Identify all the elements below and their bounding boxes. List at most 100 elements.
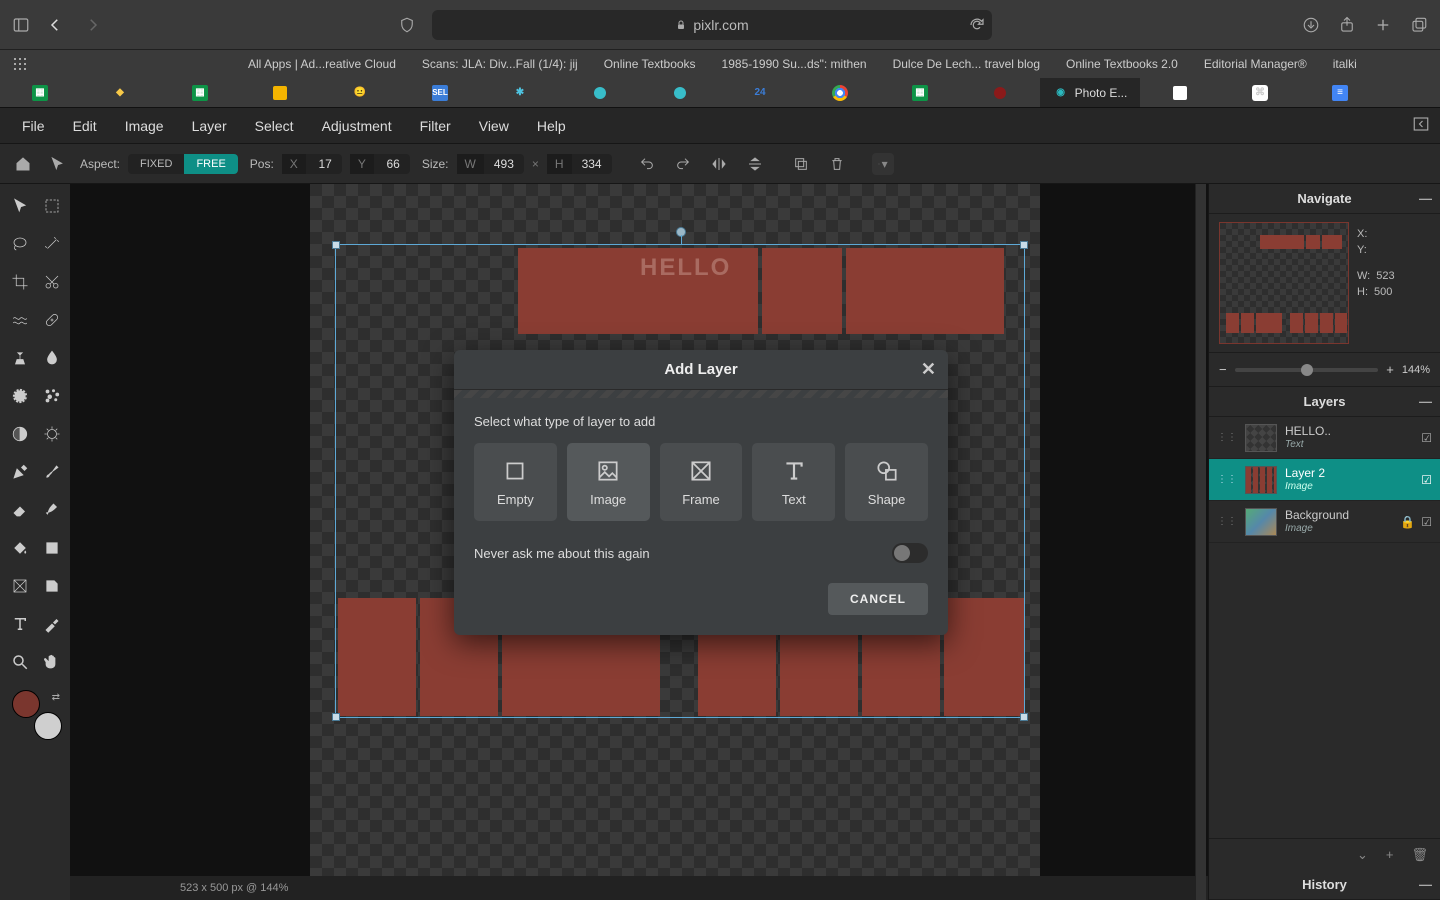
disperse-tool[interactable] xyxy=(38,382,66,410)
never-ask-toggle[interactable] xyxy=(892,543,928,563)
layer-row-selected[interactable]: ⋮⋮ Layer 2Image ☑ xyxy=(1209,459,1440,501)
tab[interactable]: ▦ xyxy=(880,78,960,107)
swap-colors-icon[interactable]: ⇄ xyxy=(52,692,60,703)
smudge-tool[interactable] xyxy=(38,496,66,524)
menu-filter[interactable]: Filter xyxy=(420,118,451,134)
minimize-icon[interactable]: — xyxy=(1419,394,1432,409)
tab[interactable] xyxy=(240,78,320,107)
sticker-tool[interactable] xyxy=(38,572,66,600)
layer-row[interactable]: ⋮⋮ HELLO..Text ☑ xyxy=(1209,417,1440,459)
drag-handle-icon[interactable]: ⋮⋮ xyxy=(1217,520,1237,524)
dodge-tool[interactable] xyxy=(6,420,34,448)
sidebar-toggle-icon[interactable] xyxy=(12,16,30,34)
tab[interactable]: ✱ xyxy=(480,78,560,107)
menu-select[interactable]: Select xyxy=(255,118,294,134)
opt-frame[interactable]: Frame xyxy=(660,443,743,521)
tab-active[interactable]: ◉Photo E... xyxy=(1040,78,1140,107)
flip-h-icon[interactable] xyxy=(708,153,730,175)
redo-icon[interactable] xyxy=(672,153,694,175)
menu-file[interactable]: File xyxy=(22,118,45,134)
tabs-icon[interactable] xyxy=(1410,16,1428,34)
bookmark[interactable]: Dulce De Lech... travel blog xyxy=(893,57,1040,71)
navigator-thumb[interactable] xyxy=(1219,222,1349,344)
share-icon[interactable] xyxy=(1338,16,1356,34)
fill-tool[interactable] xyxy=(6,534,34,562)
gradient-tool[interactable] xyxy=(6,382,34,410)
pen-tool[interactable] xyxy=(6,458,34,486)
menu-view[interactable]: View xyxy=(479,118,509,134)
cancel-button[interactable]: CANCEL xyxy=(828,583,928,615)
tab[interactable]: 😐 xyxy=(320,78,400,107)
tab[interactable] xyxy=(640,78,720,107)
text-tool[interactable] xyxy=(6,610,34,638)
tab[interactable] xyxy=(800,78,880,107)
bookmark[interactable]: Scans: JLA: Div...Fall (1/4): jij xyxy=(422,57,578,71)
liquify-tool[interactable] xyxy=(6,306,34,334)
drag-handle-icon[interactable]: ⋮⋮ xyxy=(1217,478,1237,482)
move-tool[interactable] xyxy=(6,192,34,220)
zoom-in[interactable]: + xyxy=(1386,362,1394,377)
menu-image[interactable]: Image xyxy=(125,118,164,134)
minimize-icon[interactable]: — xyxy=(1419,877,1432,892)
opt-image[interactable]: Image xyxy=(567,443,650,521)
tab[interactable]: ◆ xyxy=(80,78,160,107)
wand-tool[interactable] xyxy=(38,230,66,258)
aspect-toggle[interactable]: FIXED FREE xyxy=(128,154,238,174)
bookmark[interactable]: 1985-1990 Su...ds": mithen xyxy=(722,57,867,71)
settings-icon[interactable]: ▾ xyxy=(872,153,894,175)
back-icon[interactable] xyxy=(46,16,64,34)
panel-collapse-icon[interactable] xyxy=(1412,115,1430,136)
layer-row[interactable]: ⋮⋮ BackgroundImage 🔒☑ xyxy=(1209,501,1440,543)
visibility-icon[interactable]: ☑ xyxy=(1421,473,1432,487)
visibility-icon[interactable]: ☑ xyxy=(1421,431,1432,445)
bookmark[interactable]: Editorial Manager® xyxy=(1204,57,1307,71)
tab[interactable]: 24 xyxy=(720,78,800,107)
flip-v-icon[interactable] xyxy=(744,153,766,175)
blur-tool[interactable] xyxy=(38,344,66,372)
zoom-out[interactable]: − xyxy=(1219,362,1227,377)
duplicate-icon[interactable] xyxy=(790,153,812,175)
tab[interactable]: ▦ xyxy=(160,78,240,107)
hand-tool[interactable] xyxy=(38,648,66,676)
address-bar[interactable]: pixlr.com xyxy=(432,10,992,40)
tab[interactable] xyxy=(1140,78,1220,107)
arrow-tool-icon[interactable] xyxy=(46,153,68,175)
zoom-tool[interactable] xyxy=(6,648,34,676)
bookmark[interactable]: italki xyxy=(1333,57,1357,71)
tab[interactable]: ⌘ xyxy=(1220,78,1300,107)
opt-text[interactable]: Text xyxy=(752,443,835,521)
shield-icon[interactable] xyxy=(398,16,416,34)
tab[interactable]: ≡ xyxy=(1300,78,1380,107)
download-icon[interactable] xyxy=(1302,16,1320,34)
tab[interactable]: SEL xyxy=(400,78,480,107)
bg-color[interactable] xyxy=(34,712,62,740)
bookmark[interactable]: All Apps | Ad...reative Cloud xyxy=(248,57,396,71)
cut-tool[interactable] xyxy=(38,268,66,296)
tab[interactable]: ▦ xyxy=(0,78,80,107)
zoom-slider[interactable] xyxy=(1235,368,1379,372)
merge-down-icon[interactable]: ⌄ xyxy=(1357,847,1368,863)
home-icon[interactable] xyxy=(12,153,34,175)
tab[interactable] xyxy=(560,78,640,107)
frame-tool[interactable] xyxy=(6,572,34,600)
bookmark[interactable]: Online Textbooks xyxy=(604,57,696,71)
size-w[interactable]: W493 xyxy=(457,154,524,174)
opt-shape[interactable]: Shape xyxy=(845,443,928,521)
opt-empty[interactable]: Empty xyxy=(474,443,557,521)
fg-color[interactable] xyxy=(12,690,40,718)
eyedropper-tool[interactable] xyxy=(38,610,66,638)
marquee-tool[interactable] xyxy=(38,192,66,220)
close-icon[interactable]: ✕ xyxy=(921,359,936,380)
delete-icon[interactable] xyxy=(826,153,848,175)
menu-help[interactable]: Help xyxy=(537,118,566,134)
pos-y[interactable]: Y66 xyxy=(350,154,410,174)
aspect-fixed[interactable]: FIXED xyxy=(128,154,184,174)
visibility-icon[interactable]: ☑ xyxy=(1421,515,1432,529)
shape-tool[interactable] xyxy=(38,534,66,562)
reload-icon[interactable] xyxy=(968,16,986,34)
undo-icon[interactable] xyxy=(636,153,658,175)
lasso-tool[interactable] xyxy=(6,230,34,258)
bookmark[interactable]: Online Textbooks 2.0 xyxy=(1066,57,1178,71)
clone-tool[interactable] xyxy=(6,344,34,372)
heal-tool[interactable] xyxy=(38,306,66,334)
